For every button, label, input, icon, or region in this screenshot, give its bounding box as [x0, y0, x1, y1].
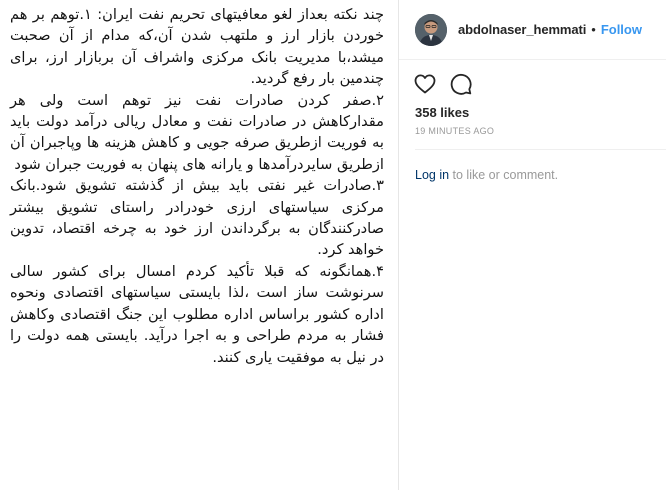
login-prompt: Log in to like or comment. [399, 150, 666, 182]
post-paragraph-4: ۴.همانگونه که قبلا تأکید کردم امسال برای… [10, 262, 384, 366]
post-sidebar: abdolnaser_hemmati • Follow 358 likes 19… [399, 0, 666, 490]
post-header: abdolnaser_hemmati • Follow [399, 0, 666, 60]
heart-icon[interactable] [413, 72, 437, 96]
post-text: چند نکته بعداز لغو معافیتهای تحریم نفت ا… [0, 0, 398, 368]
avatar[interactable] [415, 13, 447, 46]
login-prompt-text: to like or comment. [449, 168, 559, 182]
post-paragraph-1: چند نکته بعداز لغو معافیتهای تحریم نفت ا… [10, 6, 385, 88]
action-bar [399, 60, 666, 96]
comment-icon[interactable] [449, 72, 473, 96]
username-link[interactable]: abdolnaser_hemmati [458, 22, 586, 37]
avatar-portrait-icon [415, 13, 447, 46]
login-link[interactable]: Log in [415, 168, 449, 182]
header-separator: • [591, 22, 596, 37]
post-image: چند نکته بعداز لغو معافیتهای تحریم نفت ا… [0, 0, 399, 490]
follow-button[interactable]: Follow [601, 22, 642, 37]
post-paragraph-2: ۲.صفر کردن صادرات نفت نیز توهم است ولی ه… [10, 91, 384, 173]
post-paragraph-3: ۳.صادرات غیر نفتی باید بیش از گذشته تشوی… [10, 177, 384, 259]
likes-count[interactable]: 358 likes [399, 96, 666, 120]
post-timestamp[interactable]: 19 MINUTES AGO [399, 120, 666, 136]
